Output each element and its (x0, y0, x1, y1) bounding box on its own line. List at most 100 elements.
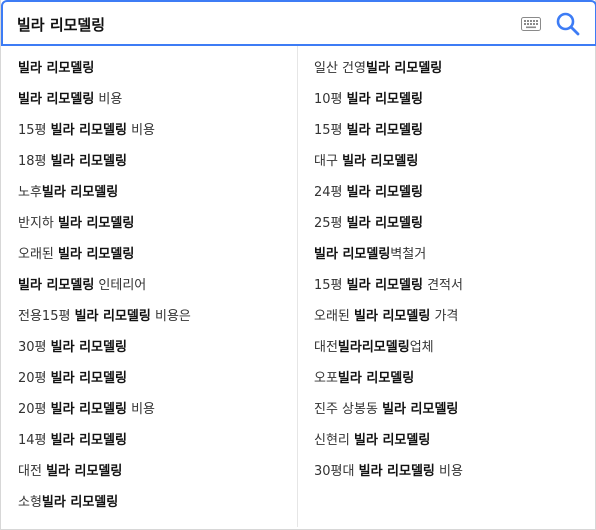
suggestion-text: 오래된 (18, 247, 59, 262)
suggestion-match-text: 빌라 리모델링 (18, 92, 95, 107)
suggestion-item[interactable]: 대전빌라리모델링업체 (314, 335, 592, 366)
suggestion-match-text: 빌라 리모델링 (342, 154, 419, 169)
suggestion-item[interactable]: 20평 빌라 리모델링 비용 (18, 397, 296, 428)
suggestion-text: 15평 (18, 123, 51, 138)
suggestion-match-text: 빌라 리모델링 (50, 154, 127, 169)
suggestion-match-text: 빌라리모델링 (337, 340, 410, 355)
suggestion-item[interactable]: 빌라 리모델링 인테리어 (18, 273, 296, 304)
suggestion-match-text: 빌라 리모델링 (74, 309, 151, 324)
suggestion-panel: 빌라 리모델링 빌라 리모델링 비용 15평 빌라 리모델링 비용 18평 빌라 리모… (1, 46, 595, 527)
suggestion-text: 비용 (94, 92, 123, 107)
suggestion-match-text: 빌라 리모델링 (314, 247, 391, 262)
search-autocomplete: 빌라 리모델링빌라 리모델링 비용15평 빌라 리모델링 비용18평 빌라 리모… (0, 0, 596, 530)
suggestion-match-text: 빌라 리모델링 (46, 464, 123, 479)
suggestion-match-text: 빌라 리모델링 (382, 402, 459, 417)
suggestion-column-left: 빌라 리모델링 빌라 리모델링 비용 15평 빌라 리모델링 비용 18평 빌라 리모… (18, 56, 296, 521)
suggestion-item[interactable]: 전용15평 빌라 리모델링 비용은 (18, 304, 296, 335)
suggestion-match-text: 빌라 리모델링 (18, 278, 95, 293)
suggestion-item[interactable]: 일산 건영빌라 리모델링 (314, 56, 592, 87)
suggestion-item[interactable]: 30평 빌라 리모델링 (18, 335, 296, 366)
suggestion-text: 25평 (314, 216, 347, 231)
suggestion-item[interactable]: 24평 빌라 리모델링 (314, 180, 592, 211)
suggestion-match-text: 빌라 리모델링 (346, 123, 423, 138)
suggestion-text: 견적서 (422, 278, 463, 293)
suggestion-item[interactable]: 10평 빌라 리모델링 (314, 87, 592, 118)
suggestion-match-text: 빌라 리모델링 (50, 123, 127, 138)
search-icon[interactable] (555, 11, 581, 37)
suggestion-text: 인테리어 (94, 278, 147, 293)
suggestion-item[interactable]: 14평 빌라 리모델링 (18, 428, 296, 459)
suggestion-match-text: 빌라 리모델링 (50, 371, 127, 386)
suggestion-item[interactable]: 15평 빌라 리모델링 비용 (18, 118, 296, 149)
suggestion-text: 10평 (314, 92, 347, 107)
search-bar (1, 0, 596, 46)
suggestion-text: 30평대 (314, 464, 359, 479)
suggestion-item[interactable]: 소형빌라 리모델링 (18, 490, 296, 521)
suggestion-match-text: 빌라 리모델링 (41, 495, 119, 510)
suggestion-match-text: 빌라 리모델링 (50, 340, 127, 355)
suggestion-match-text: 빌라 리모델링 (346, 185, 423, 200)
suggestion-text: 가격 (430, 309, 459, 324)
suggestion-match-text: 빌라 리모델링 (354, 433, 431, 448)
suggestion-text: 대전 (314, 340, 338, 355)
suggestion-item[interactable]: 오포빌라 리모델링 (314, 366, 592, 397)
suggestion-match-text: 빌라 리모델링 (358, 464, 435, 479)
suggestion-text: 20평 (18, 371, 51, 386)
suggestion-item[interactable]: 25평 빌라 리모델링 (314, 211, 592, 242)
suggestion-match-text: 빌라 리모델링 (58, 247, 135, 262)
suggestion-text: 일산 건영 (314, 61, 366, 76)
suggestion-item[interactable]: 빌라 리모델링 (18, 56, 296, 87)
suggestion-match-text: 빌라 리모델링 (346, 216, 423, 231)
suggestion-text: 15평 (314, 123, 347, 138)
suggestion-text: 오포 (314, 371, 338, 386)
suggestion-text: 비용 (434, 464, 463, 479)
suggestion-column-right: 일산 건영빌라 리모델링 10평 빌라 리모델링 15평 빌라 리모델링 대구 빌라 … (314, 56, 592, 490)
suggestion-text: 30평 (18, 340, 51, 355)
suggestion-text: 비용은 (150, 309, 191, 324)
suggestion-item[interactable]: 진주 상봉동 빌라 리모델링 (314, 397, 592, 428)
suggestion-item[interactable]: 노후빌라 리모델링 (18, 180, 296, 211)
suggestion-text: 반지하 (18, 216, 59, 231)
suggestion-match-text: 빌라 리모델링 (41, 185, 119, 200)
suggestion-item[interactable]: 15평 빌라 리모델링 견적서 (314, 273, 592, 304)
suggestion-text: 비용 (126, 402, 155, 417)
suggestion-text: 소형 (18, 495, 42, 510)
suggestion-text: 진주 상봉동 (314, 402, 383, 417)
suggestion-text: 비용 (126, 123, 155, 138)
suggestion-item[interactable]: 오래된 빌라 리모델링 (18, 242, 296, 273)
suggestion-text: 대구 (314, 154, 343, 169)
suggestion-text: 업체 (409, 340, 434, 355)
suggestion-text: 신현리 (314, 433, 355, 448)
suggestion-text: 벽철거 (390, 247, 427, 262)
suggestion-match-text: 빌라 리모델링 (58, 216, 135, 231)
suggestion-item[interactable]: 오래된 빌라 리모델링 가격 (314, 304, 592, 335)
suggestion-text: 오래된 (314, 309, 355, 324)
suggestion-match-text: 빌라 리모델링 (18, 61, 95, 76)
suggestion-item[interactable]: 빌라 리모델링벽철거 (314, 242, 592, 273)
suggestion-match-text: 빌라 리모델링 (365, 61, 443, 76)
suggestion-text: 대전 (18, 464, 47, 479)
suggestion-text: 15평 (314, 278, 347, 293)
suggestion-match-text: 빌라 리모델링 (346, 278, 423, 293)
suggestion-item[interactable]: 30평대 빌라 리모델링 비용 (314, 459, 592, 490)
suggestion-item[interactable]: 신현리 빌라 리모델링 (314, 428, 592, 459)
suggestion-item[interactable]: 20평 빌라 리모델링 (18, 366, 296, 397)
suggestion-item[interactable]: 대구 빌라 리모델링 (314, 149, 592, 180)
suggestion-text: 20평 (18, 402, 51, 417)
suggestion-match-text: 빌라 리모델링 (50, 402, 127, 417)
suggestion-item[interactable]: 18평 빌라 리모델링 (18, 149, 296, 180)
search-input[interactable] (17, 12, 497, 36)
keyboard-icon[interactable] (521, 17, 541, 31)
suggestion-item[interactable]: 15평 빌라 리모델링 (314, 118, 592, 149)
suggestion-match-text: 빌라 리모델링 (337, 371, 415, 386)
suggestion-item[interactable]: 반지하 빌라 리모델링 (18, 211, 296, 242)
suggestion-item[interactable]: 빌라 리모델링 비용 (18, 87, 296, 118)
suggestion-match-text: 빌라 리모델링 (354, 309, 431, 324)
suggestion-text: 24평 (314, 185, 347, 200)
suggestion-text: 14평 (18, 433, 51, 448)
suggestion-text: 노후 (18, 185, 42, 200)
suggestion-match-text: 빌라 리모델링 (346, 92, 423, 107)
suggestion-text: 18평 (18, 154, 51, 169)
suggestion-item[interactable]: 대전 빌라 리모델링 (18, 459, 296, 490)
column-divider (297, 46, 298, 527)
